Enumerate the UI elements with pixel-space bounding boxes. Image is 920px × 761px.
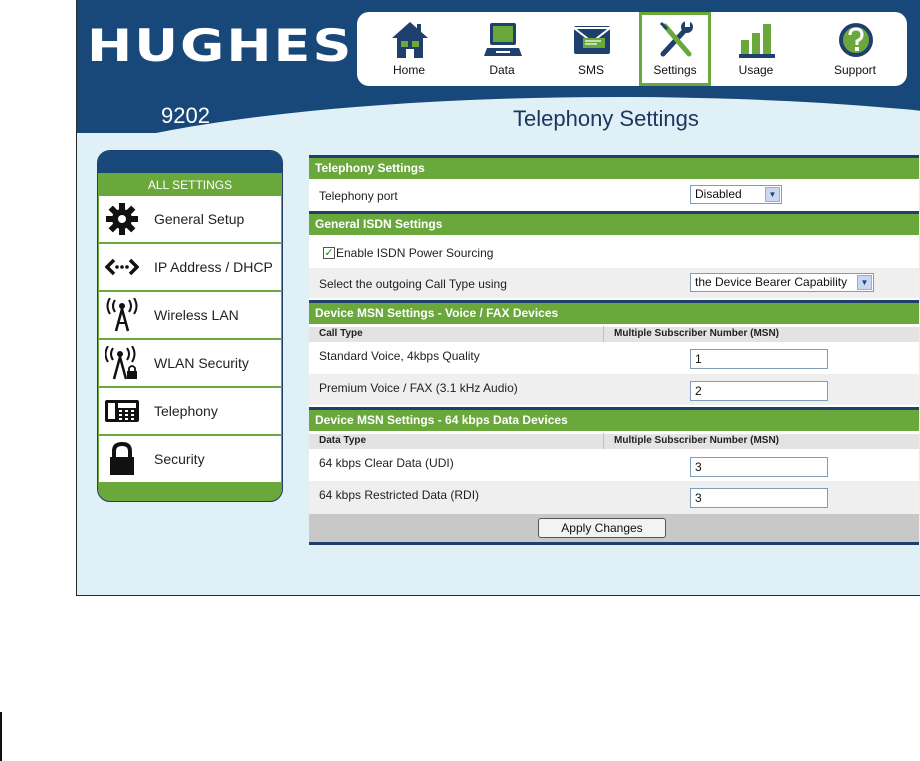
row-call-type: Select the outgoing Call Type using the …	[309, 268, 919, 298]
router-web-ui: HUGHES 9202 Telephony Settings Home Data…	[76, 0, 920, 596]
nav-sms[interactable]: SMS	[555, 12, 627, 86]
hughes-logo: HUGHES	[87, 20, 354, 72]
sidebar-item-security[interactable]: Security	[99, 436, 281, 482]
sidebar-item-label: Security	[154, 451, 205, 467]
sidebar-item-label: WLAN Security	[154, 355, 249, 371]
msn-clear-data-input[interactable]: 3	[690, 457, 828, 477]
nav-support[interactable]: Support	[819, 12, 891, 86]
top-navigation: Home Data SMS Settings Usage Support	[357, 12, 907, 86]
apply-changes-button[interactable]: Apply Changes	[538, 518, 666, 538]
telephony-port-label: Telephony port	[319, 189, 398, 203]
table-row: Standard Voice, 4kbps Quality 1	[309, 342, 919, 374]
voice-row-label: Premium Voice / FAX (3.1 kHz Audio)	[319, 381, 518, 395]
row-telephony-port: Telephony port Disabled ▼	[309, 182, 919, 211]
chevron-down-icon: ▼	[765, 187, 780, 202]
call-type-select[interactable]: the Device Bearer Capability ▼	[690, 273, 874, 292]
nav-usage-label: Usage	[738, 63, 774, 77]
table-row: 64 kbps Restricted Data (RDI) 3	[309, 481, 919, 514]
voice-table-header: Call Type Multiple Subscriber Number (MS…	[309, 326, 919, 342]
wireless-tower-icon	[106, 298, 138, 332]
msn-standard-voice-input[interactable]: 1	[690, 349, 828, 369]
nav-usage[interactable]: Usage	[720, 12, 792, 86]
table-row: Premium Voice / FAX (3.1 kHz Audio) 2	[309, 374, 919, 405]
data-row-label: 64 kbps Clear Data (UDI)	[319, 456, 454, 470]
sidebar-item-general-setup[interactable]: General Setup	[99, 196, 281, 242]
voice-col-msn: Multiple Subscriber Number (MSN)	[603, 326, 779, 342]
wireless-lock-icon	[105, 346, 137, 380]
network-arrows-icon	[105, 258, 139, 276]
sms-icon	[573, 26, 611, 54]
data-col-msn: Multiple Subscriber Number (MSN)	[603, 433, 779, 449]
nav-sms-label: SMS	[577, 63, 604, 77]
nav-settings[interactable]: Settings	[639, 12, 711, 86]
lock-icon	[110, 442, 134, 475]
settings-panel: Telephony Settings Telephony port Disabl…	[309, 155, 919, 545]
isdn-power-checkbox[interactable]: ✓	[323, 247, 335, 259]
voice-col-call-type: Call Type	[319, 328, 363, 339]
chevron-down-icon: ▼	[857, 275, 872, 290]
model-number: 9202	[161, 103, 210, 128]
section-header-isdn: General ISDN Settings	[309, 211, 919, 235]
support-icon	[839, 23, 873, 57]
sidebar-header: ALL SETTINGS	[147, 178, 233, 192]
voice-row-label: Standard Voice, 4kbps Quality	[319, 349, 480, 363]
isdn-power-label: Enable ISDN Power Sourcing	[336, 246, 494, 260]
section-header-voice-msn: Device MSN Settings - Voice / FAX Device…	[309, 300, 919, 324]
section-header-data-msn: Device MSN Settings - 64 kbps Data Devic…	[309, 407, 919, 431]
telephony-port-select[interactable]: Disabled ▼	[690, 185, 782, 204]
data-row-label: 64 kbps Restricted Data (RDI)	[319, 488, 480, 502]
header-banner: HUGHES 9202 Telephony Settings Home Data…	[77, 0, 920, 133]
home-icon	[392, 22, 428, 58]
phone-icon	[105, 400, 139, 422]
nav-data[interactable]: Data	[466, 12, 538, 86]
data-col-data-type: Data Type	[319, 435, 367, 446]
nav-home-label: Home	[392, 63, 425, 77]
msn-restricted-data-input[interactable]: 3	[690, 488, 828, 508]
row-isdn-power: ✓ Enable ISDN Power Sourcing	[309, 238, 919, 268]
sidebar-item-label: IP Address / DHCP	[154, 259, 273, 275]
usage-icon	[739, 24, 775, 58]
data-icon	[484, 23, 522, 56]
nav-settings-label: Settings	[653, 63, 697, 77]
sidebar-item-label: General Setup	[154, 211, 245, 227]
call-type-label: Select the outgoing Call Type using	[319, 277, 507, 291]
page-edge-line	[0, 712, 2, 761]
gear-icon	[106, 203, 138, 235]
sidebar-item-wlan-security[interactable]: WLAN Security	[99, 340, 281, 386]
data-table-header: Data Type Multiple Subscriber Number (MS…	[309, 433, 919, 449]
sidebar-item-wireless-lan[interactable]: Wireless LAN	[99, 292, 281, 338]
settings-sidebar: ALL SETTINGS General Setup IP Address / …	[97, 150, 283, 502]
page-title: Telephony Settings	[513, 106, 699, 131]
call-type-value: the Device Bearer Capability	[695, 275, 848, 289]
msn-premium-voice-input[interactable]: 2	[690, 381, 828, 401]
table-row: 64 kbps Clear Data (UDI) 3	[309, 449, 919, 481]
sidebar-item-telephony[interactable]: Telephony	[99, 388, 281, 434]
sidebar-item-label: Wireless LAN	[154, 307, 239, 323]
settings-icon	[659, 21, 693, 57]
nav-data-label: Data	[489, 63, 515, 77]
nav-home[interactable]: Home	[373, 12, 445, 86]
nav-support-label: Support	[833, 63, 877, 77]
section-header-telephony: Telephony Settings	[309, 155, 919, 179]
sidebar-item-ip-address[interactable]: IP Address / DHCP	[99, 244, 281, 290]
sidebar-cap	[98, 151, 282, 173]
apply-bar: Apply Changes	[309, 514, 919, 542]
sidebar-item-label: Telephony	[154, 403, 218, 419]
telephony-port-value: Disabled	[695, 187, 742, 201]
